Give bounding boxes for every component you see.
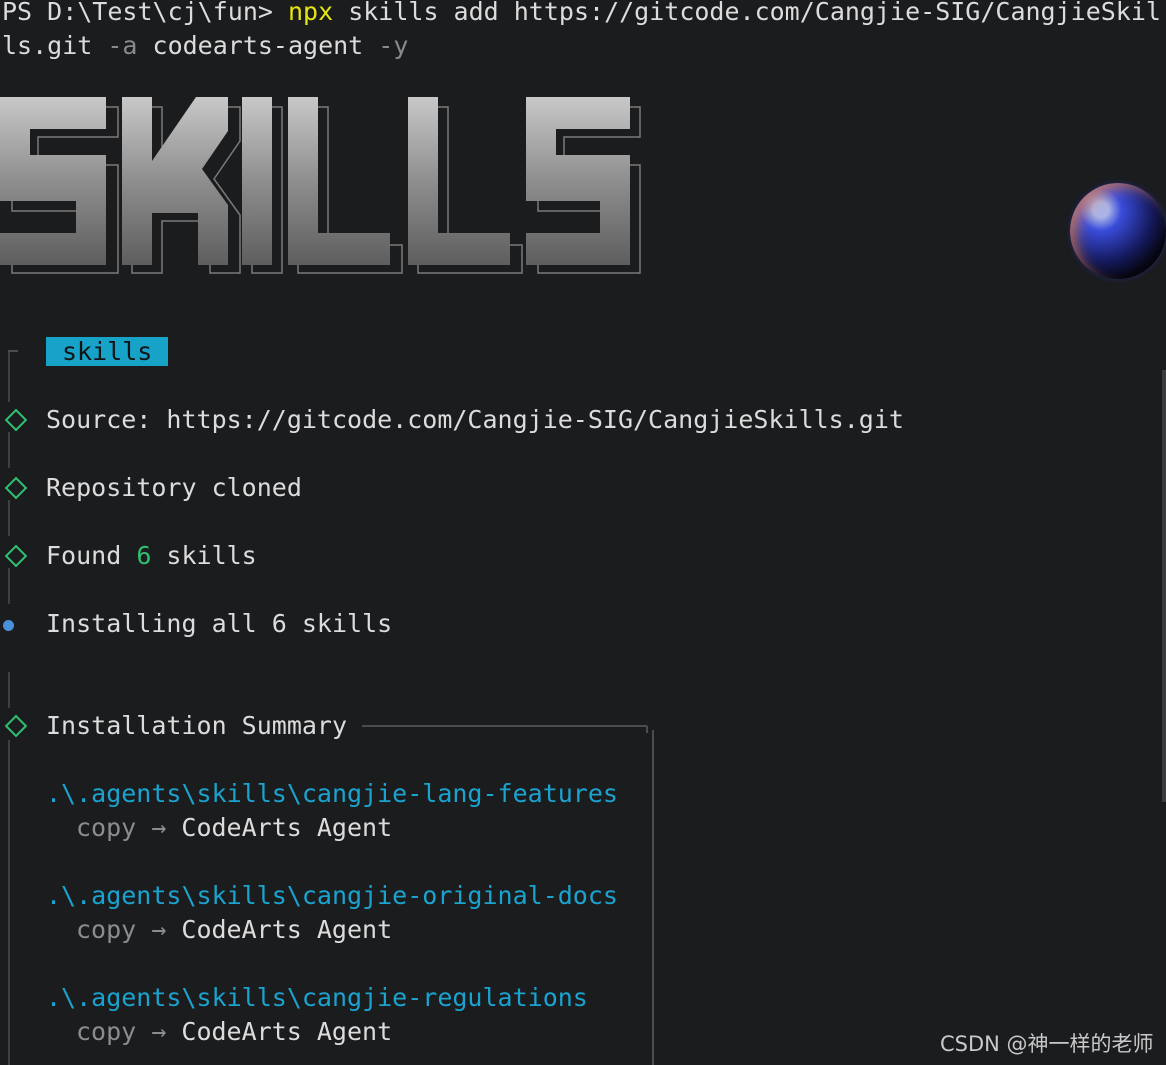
rail-segment — [8, 672, 10, 708]
copy-mode: copy — [76, 813, 137, 842]
shell-prompt: PS D:\Test\cj\fun> — [2, 0, 288, 26]
step-cloned: Repository cloned — [46, 473, 302, 502]
rail-corner — [8, 350, 18, 352]
summary-title: Installation Summary — [46, 711, 348, 740]
step-installing: Installing all 6 skills — [46, 609, 393, 638]
command-args-wrap: ls.git — [2, 31, 108, 60]
copy-mode: copy — [76, 1017, 137, 1046]
command-name: npx — [287, 0, 334, 26]
summary-box-top — [362, 725, 646, 727]
command-args: skills add https://gitcode.com/Cangjie-S… — [333, 0, 1161, 26]
target-agent: CodeArts Agent — [181, 813, 393, 842]
summary-box-right — [652, 730, 654, 1065]
target-agent: CodeArts Agent — [181, 1017, 393, 1046]
rail-segment — [8, 350, 10, 402]
rail-segment — [8, 740, 10, 1065]
diamond-step-icon — [4, 408, 28, 432]
arrow-icon: → — [151, 915, 167, 944]
yes-flag: -y — [378, 31, 409, 60]
summary-box-corner — [646, 725, 648, 733]
command-line-wrap: ls.git -a codearts-agent -y — [2, 29, 408, 63]
target-agent: CodeArts Agent — [181, 915, 393, 944]
rail-segment — [8, 432, 10, 468]
rail-segment — [8, 500, 10, 536]
bullet-dot-icon — [3, 620, 14, 631]
found-prefix: Found — [46, 541, 137, 570]
terminal-scrollbar[interactable] — [1162, 370, 1166, 802]
skills-banner-logo — [0, 97, 641, 274]
copy-mode: copy — [76, 915, 137, 944]
arrow-icon: → — [151, 1017, 167, 1046]
found-suffix: skills — [151, 541, 257, 570]
found-count: 6 — [136, 541, 152, 570]
summary-item-detail: copy → CodeArts Agent — [76, 913, 392, 947]
rail-segment — [8, 568, 10, 604]
orb-decoration — [1070, 183, 1166, 279]
csdn-watermark: CSDN @神一样的老师 — [940, 1032, 1154, 1056]
step-source: Source: https://gitcode.com/Cangjie-SIG/… — [46, 405, 904, 434]
command-line: PS D:\Test\cj\fun> npx skills add https:… — [2, 0, 1161, 29]
diamond-step-icon — [4, 714, 28, 738]
agent-name: codearts-agent — [137, 31, 379, 60]
summary-item-path: .\.agents\skills\cangjie-original-docs — [46, 881, 618, 910]
summary-item-detail: copy → CodeArts Agent — [76, 811, 392, 845]
agent-flag: -a — [107, 31, 138, 60]
section-badge: skills — [46, 335, 169, 369]
summary-item-detail: copy → CodeArts Agent — [76, 1015, 392, 1049]
step-found: Found 6 skills — [46, 539, 257, 573]
diamond-step-icon — [4, 544, 28, 568]
skills-badge: skills — [46, 337, 169, 366]
arrow-icon: → — [151, 813, 167, 842]
summary-item-path: .\.agents\skills\cangjie-lang-features — [46, 779, 618, 808]
diamond-step-icon — [4, 476, 28, 500]
summary-item-path: .\.agents\skills\cangjie-regulations — [46, 983, 588, 1012]
